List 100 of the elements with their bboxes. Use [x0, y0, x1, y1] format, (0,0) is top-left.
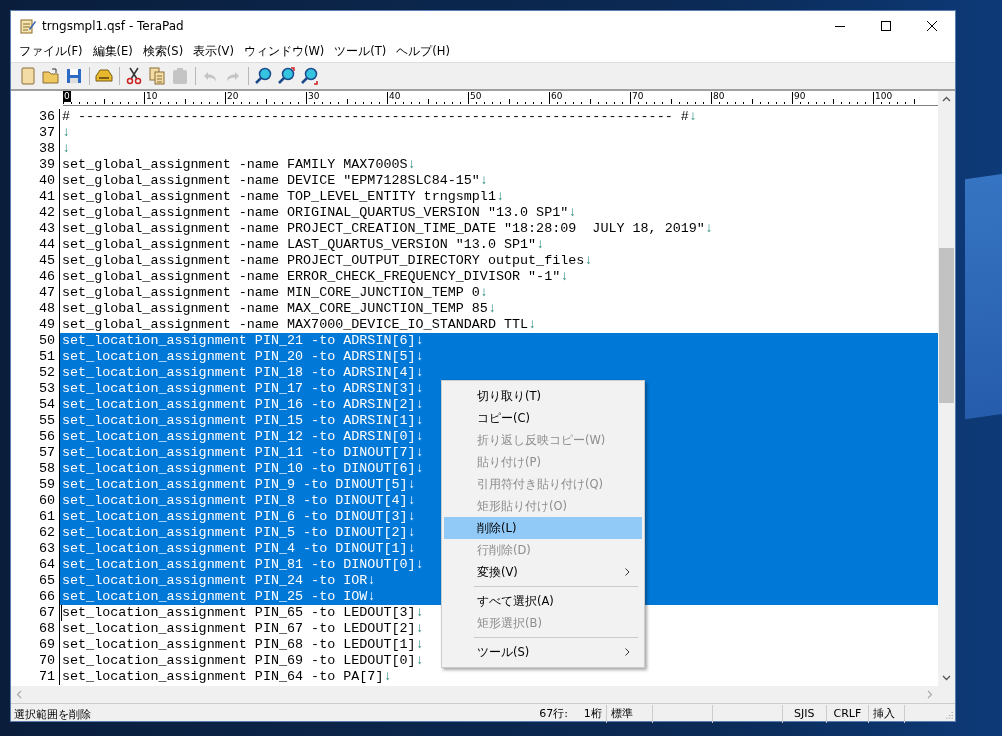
ruler-number: 100 [875, 91, 893, 102]
code-line: set_global_assignment -name PROJECT_OUTPUT_DIRECTORY output_files [62, 253, 585, 269]
line-number: 37 [11, 125, 60, 141]
code-line: set_global_assignment -name MAX7000_DEVICE_IO_STANDARD TTL [62, 317, 529, 333]
ruler-number: 20 [227, 91, 239, 102]
newline-mark: ↓ [407, 525, 416, 541]
blank-page-icon [20, 67, 36, 85]
newline-mark: ↓ [62, 125, 71, 141]
line-number: 40 [11, 173, 60, 189]
ruler-number: 80 [713, 91, 725, 102]
context-menu-item[interactable]: ツール(S) [444, 641, 642, 663]
scrollbar-thumb[interactable] [939, 248, 954, 403]
line-number: 41 [11, 189, 60, 205]
status-field: 67行: [521, 705, 572, 723]
line-number: 48 [11, 301, 60, 317]
code-line: set_location_assignment PIN_25 -to IOW [62, 589, 368, 605]
code-line: set_location_assignment PIN_9 -to DINOUT[5] [62, 477, 408, 493]
code-line: set_global_assignment -name MAX_CORE_JUNCTION_TEMP 85 [62, 301, 488, 317]
status-field: CRLF [825, 705, 868, 723]
ruler-number: 0 [63, 91, 71, 102]
code-line: set_location_assignment PIN_17 -to ADRSIN[3] [62, 381, 416, 397]
copy-icon [149, 67, 165, 85]
menu-item[interactable]: 編集(E) [87, 44, 138, 59]
line-number: 46 [11, 269, 60, 285]
newline-mark: ↓ [536, 237, 545, 253]
open-button[interactable] [40, 65, 62, 87]
status-field: SJIS [781, 705, 826, 723]
line-number: 47 [11, 285, 60, 301]
newline-mark: ↓ [487, 301, 496, 317]
newline-mark: ↓ [415, 637, 424, 653]
newline-mark: ↓ [415, 365, 424, 381]
scroll-down-icon [942, 675, 951, 681]
menu-item[interactable]: 検索(S) [137, 44, 189, 59]
newline-mark: ↓ [415, 397, 424, 413]
status-message: 選択範囲を削除 [14, 706, 92, 722]
line-number: 45 [11, 253, 60, 269]
notepad-icon [20, 18, 36, 34]
search-icon [300, 67, 318, 85]
code-line: set_location_assignment PIN_4 -to DINOUT[1] [62, 541, 408, 557]
code-line: set_location_assignment PIN_68 -to LEDOUT[1] [62, 637, 416, 653]
printer-icon [94, 68, 114, 84]
code-line: set_location_assignment PIN_69 -to LEDOUT[0] [62, 653, 416, 669]
code-line: set_location_assignment PIN_24 -to IOR [62, 573, 368, 589]
newline-mark: ↓ [560, 269, 569, 285]
newline-mark: ↓ [407, 493, 416, 509]
line-number: 42 [11, 205, 60, 221]
line-number: 43 [11, 221, 60, 237]
code-line: set_location_assignment PIN_5 -to DINOUT[2] [62, 525, 408, 541]
code-line: set_location_assignment PIN_11 -to DINOUT[7] [62, 445, 416, 461]
newline-mark: ↓ [415, 461, 424, 477]
newline-mark: ↓ [407, 509, 416, 525]
ruler-number: 70 [632, 91, 644, 102]
status-field: 挿入 [867, 705, 904, 723]
scissors-icon [126, 67, 142, 85]
context-menu-item[interactable]: すべて選択(A) [444, 590, 642, 612]
code-line: set_location_assignment PIN_6 -to DINOUT[3] [62, 509, 408, 525]
redo-arrow-icon [225, 69, 241, 83]
status-field: 標準 [605, 705, 652, 723]
newline-mark: ↓ [704, 221, 713, 237]
code-line: set_location_assignment PIN_81 -to DINOUT[0] [62, 557, 416, 573]
newline-mark: ↓ [415, 621, 424, 637]
menu-item[interactable]: ウィンドウ(W) [238, 44, 330, 59]
newline-mark: ↓ [415, 429, 424, 445]
vertical-scrollbar[interactable] [938, 91, 955, 686]
newline-mark: ↓ [584, 253, 593, 269]
code-line: set_location_assignment PIN_64 -to PA[7] [62, 669, 384, 685]
ruler-number: 30 [308, 91, 320, 102]
newline-mark: ↓ [415, 445, 424, 461]
menu-item[interactable]: ファイル(F) [14, 44, 88, 59]
ruler-number: 40 [389, 91, 401, 102]
folder-icon [42, 68, 60, 84]
context-menu-item[interactable]: コピー(C) [444, 407, 642, 429]
line-number: 67 [11, 605, 60, 621]
code-line: set_location_assignment PIN_12 -to ADRSIN[0] [62, 429, 416, 445]
code-line: # -------------------------------------------------------------------------- # [62, 109, 689, 125]
newline-mark: ↓ [367, 573, 376, 589]
code-line: set_global_assignment -name ERROR_CHECK_FREQUENCY_DIVISOR "-1" [62, 269, 561, 285]
menu-item[interactable]: ヘルプ(H) [391, 44, 455, 59]
code-line: set_location_assignment PIN_8 -to DINOUT[4] [62, 493, 408, 509]
code-line: set_global_assignment -name MIN_CORE_JUNCTION_TEMP 0 [62, 285, 480, 301]
line-number: 70 [11, 653, 60, 669]
newline-mark: ↓ [383, 669, 392, 685]
context-menu-item[interactable]: 切り取り(T) [444, 385, 642, 407]
newline-mark: ↓ [528, 317, 537, 333]
context-menu-item[interactable]: 削除(L) [444, 517, 642, 539]
menu-item[interactable]: ツール(T) [329, 44, 392, 59]
newline-mark: ↓ [688, 109, 697, 125]
line-number: 39 [11, 157, 60, 173]
line-number: 68 [11, 621, 60, 637]
newline-mark: ↓ [495, 189, 504, 205]
ruler-number: 10 [146, 91, 158, 102]
ruler-number: 50 [470, 91, 482, 102]
code-line: set_location_assignment PIN_18 -to ADRSIN[4] [62, 365, 416, 381]
scroll-left-icon [16, 690, 22, 699]
clipboard-icon [172, 67, 188, 85]
context-menu-item[interactable]: 変換(V) [444, 561, 642, 583]
code-line: set_location_assignment PIN_16 -to ADRSIN[2] [62, 397, 416, 413]
newline-mark: ↓ [415, 653, 424, 669]
code-line: set_global_assignment -name TOP_LEVEL_ENTITY trngsmpl1 [62, 189, 496, 205]
menu-item[interactable]: 表示(V) [188, 44, 239, 59]
